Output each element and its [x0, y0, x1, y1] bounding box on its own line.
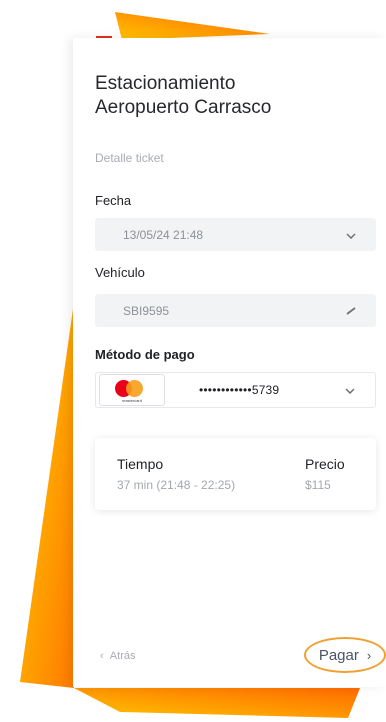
payment-method-select[interactable]: mastercard ••••••••••••5739 — [95, 372, 376, 408]
metodo-pago-label: Método de pago — [95, 347, 195, 362]
vehiculo-value: SBI9595 — [123, 303, 170, 318]
fecha-select[interactable]: 13/05/24 21:48 — [95, 218, 376, 251]
precio-value: $115 — [305, 478, 331, 492]
section-label: Detalle ticket — [95, 151, 164, 165]
chevron-left-icon: ‹ — [100, 650, 104, 662]
vehiculo-label: Vehículo — [95, 265, 145, 280]
mastercard-logo-icon: mastercard — [99, 374, 165, 406]
page-title-line-1: Estacionamiento — [95, 73, 236, 94]
chevron-down-icon — [345, 383, 355, 397]
vehiculo-field[interactable]: SBI9595 — [95, 294, 376, 327]
page-title-line-2: Aeropuerto Carrasco — [95, 97, 272, 118]
tiempo-label: Tiempo — [117, 456, 164, 472]
card-brand-text: mastercard — [121, 398, 142, 403]
mastercard-orange-circle — [126, 380, 143, 397]
summary-card: Tiempo 37 min (21:48 - 22:25) Precio $11… — [95, 438, 376, 510]
back-button[interactable]: ‹ Atrás — [100, 650, 135, 662]
back-button-label: Atrás — [109, 650, 136, 662]
fecha-value: 13/05/24 21:48 — [123, 227, 204, 242]
pencil-icon[interactable] — [346, 304, 356, 318]
ticket-card: Estacionamiento Aeropuerto Carrasco Deta… — [73, 38, 386, 687]
chevron-right-icon: › — [366, 647, 372, 663]
pay-button[interactable]: Pagar › — [304, 637, 386, 673]
fecha-label: Fecha — [95, 193, 132, 208]
card-number: ••••••••••••5739 — [199, 383, 280, 397]
precio-label: Precio — [305, 456, 345, 472]
chevron-down-icon — [346, 228, 356, 242]
tiempo-value: 37 min (21:48 - 22:25) — [117, 478, 236, 492]
page-title: Estacionamiento Aeropuerto Carrasco — [95, 72, 375, 120]
pay-button-label: Pagar — [318, 646, 359, 664]
